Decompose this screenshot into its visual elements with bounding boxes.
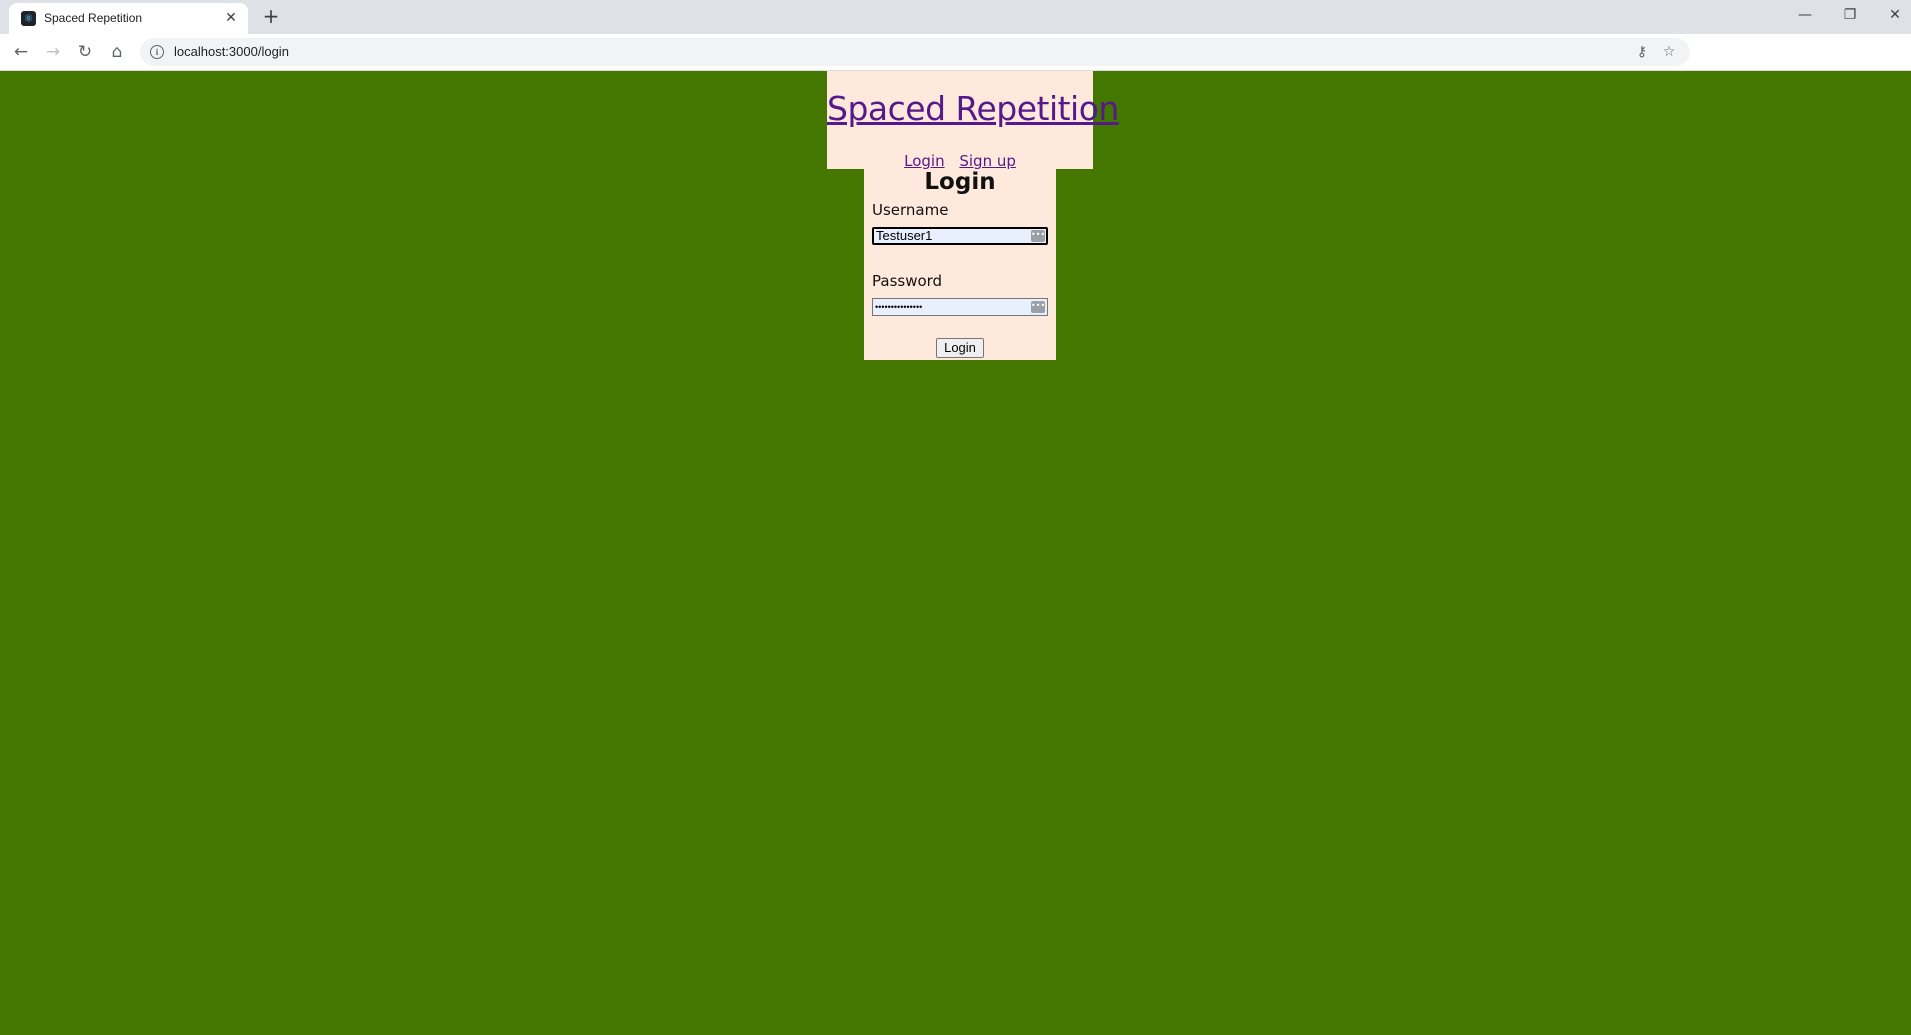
username-label: Username [872,201,949,219]
page-viewport: Spaced Repetition Login Sign up Login Us… [0,71,1911,1035]
restore-window-icon[interactable]: ❐ [1838,4,1862,26]
password-manager-icon[interactable]: ••• [1031,230,1045,242]
info-icon[interactable]: i [150,45,164,59]
reload-button[interactable]: ↻ [74,41,96,63]
arrow-right-icon: → [45,42,61,62]
browser-tab-strip: ⚛ Spaced Repetition ✕ + — ❐ ✕ [0,0,1911,34]
key-icon[interactable]: ⚷ [1632,42,1652,62]
star-icon[interactable]: ☆ [1659,42,1679,62]
header-nav: Login Sign up [827,152,1093,170]
home-button[interactable]: ⌂ [106,41,128,63]
react-favicon-icon: ⚛ [21,11,36,26]
nav-signup-link[interactable]: Sign up [959,152,1016,170]
close-window-icon[interactable]: ✕ [1883,4,1907,26]
tab-title: Spaced Repetition [44,11,143,25]
username-input[interactable]: Testuser1 [872,227,1048,245]
back-button[interactable]: ← [10,41,32,63]
app-header: Spaced Repetition Login Sign up [827,71,1119,170]
password-manager-icon[interactable]: ••• [1031,301,1045,313]
address-bar[interactable]: i localhost:3000/login ⚷ ☆ [140,38,1690,66]
login-submit-button[interactable]: Login [936,338,984,358]
nav-login-link[interactable]: Login [904,152,944,170]
password-label: Password [872,272,943,290]
browser-toolbar: ← → ↻ ⌂ i localhost:3000/login ⚷ ☆ ABP •… [0,34,1911,97]
close-tab-icon[interactable]: ✕ [222,9,240,27]
browser-tab[interactable]: ⚛ Spaced Repetition ✕ [9,3,248,34]
minimize-window-icon[interactable]: — [1793,4,1817,26]
login-form: Login Username Testuser1 ••• Password ••… [864,169,1056,360]
url-text[interactable]: localhost:3000/login [174,44,289,59]
form-heading: Login [924,169,996,195]
arrow-left-icon: ← [13,42,29,62]
home-icon: ⌂ [111,42,123,62]
new-tab-button[interactable]: + [260,6,282,28]
reload-icon: ↻ [77,42,93,62]
app-title-link[interactable]: Spaced Repetition [827,89,1119,128]
forward-button[interactable]: → [42,41,64,63]
password-input[interactable]: ••••••••••••••• [872,298,1048,316]
